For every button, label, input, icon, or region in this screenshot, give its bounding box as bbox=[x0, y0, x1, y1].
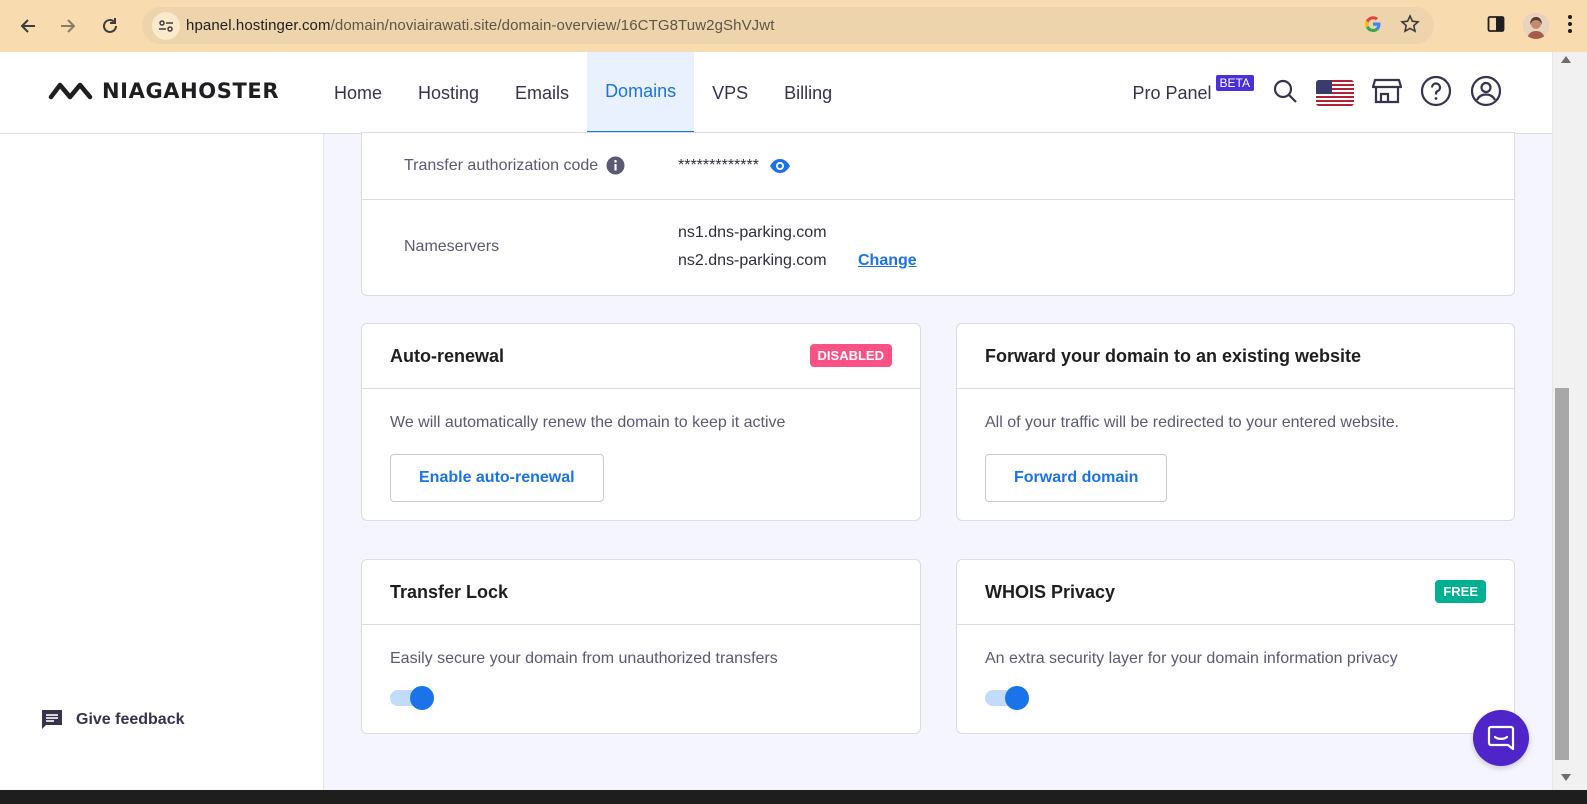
enable-auto-renewal-button[interactable]: Enable auto-renewal bbox=[390, 454, 604, 502]
beta-badge: BETA bbox=[1215, 74, 1254, 91]
feedback-icon bbox=[42, 710, 62, 729]
toggle-knob bbox=[410, 686, 434, 710]
top-navigation: NIAGAHOSTER Home Hosting Emails Domains … bbox=[0, 52, 1552, 134]
auto-renewal-description: We will automatically renew the domain t… bbox=[390, 414, 786, 431]
url-text[interactable]: hpanel.hostinger.com/domain/noviairawati… bbox=[186, 17, 774, 34]
side-panel-icon[interactable] bbox=[1487, 15, 1505, 37]
menu-vps[interactable]: VPS bbox=[694, 52, 766, 134]
transfer-lock-description: Easily secure your domain from unauthori… bbox=[390, 650, 778, 667]
free-badge: FREE bbox=[1435, 580, 1486, 603]
taskbar-strip bbox=[0, 790, 1587, 804]
niagahoster-logo-icon bbox=[48, 82, 93, 100]
menu-home[interactable]: Home bbox=[316, 52, 400, 134]
transfer-lock-title: Transfer Lock bbox=[390, 582, 509, 602]
info-icon[interactable] bbox=[606, 156, 625, 175]
whois-privacy-card: WHOIS Privacy FREE An extra security lay… bbox=[956, 559, 1515, 734]
transfer-code-row-label: Transfer authorization code bbox=[404, 156, 625, 175]
sidebar: Give feedback bbox=[0, 134, 324, 790]
nameserver-2: ns2.dns-parking.com bbox=[678, 252, 827, 269]
nameservers-label: Nameservers bbox=[404, 238, 500, 255]
forward-domain-description: All of your traffic will be redirected t… bbox=[985, 414, 1400, 431]
main-menu: Home Hosting Emails Domains VPS Billing bbox=[316, 52, 850, 134]
reload-icon[interactable] bbox=[90, 6, 130, 46]
menu-billing[interactable]: Billing bbox=[766, 52, 850, 134]
chat-icon bbox=[1487, 725, 1515, 751]
logo-text: NIAGAHOSTER bbox=[102, 79, 280, 103]
whois-privacy-header: WHOIS Privacy FREE bbox=[957, 560, 1514, 625]
give-feedback-label: Give feedback bbox=[76, 711, 185, 728]
transfer-code-value-row: ************* bbox=[678, 157, 791, 175]
menu-hosting[interactable]: Hosting bbox=[400, 52, 497, 134]
forward-icon[interactable] bbox=[48, 6, 88, 46]
us-flag-icon[interactable] bbox=[1316, 80, 1354, 106]
transfer-lock-toggle[interactable] bbox=[390, 684, 436, 712]
transfer-lock-header: Transfer Lock bbox=[362, 560, 920, 625]
google-icon[interactable] bbox=[1364, 15, 1382, 37]
change-nameservers-link[interactable]: Change bbox=[858, 252, 917, 270]
domain-details-card: Transfer authorization code ************… bbox=[361, 132, 1515, 296]
menu-emails[interactable]: Emails bbox=[497, 52, 587, 134]
back-icon[interactable] bbox=[8, 6, 48, 46]
chat-widget-button[interactable] bbox=[1473, 710, 1529, 766]
forward-domain-header: Forward your domain to an existing websi… bbox=[957, 324, 1514, 389]
pro-panel-link[interactable]: Pro Panel BETA bbox=[1132, 74, 1254, 104]
address-bar[interactable]: hpanel.hostinger.com/domain/noviairawati… bbox=[142, 7, 1434, 44]
auto-renewal-title: Auto-renewal bbox=[390, 346, 505, 366]
forward-domain-card: Forward your domain to an existing websi… bbox=[956, 323, 1515, 521]
menu-domains[interactable]: Domains bbox=[587, 52, 695, 134]
whois-privacy-toggle[interactable] bbox=[985, 684, 1031, 712]
forward-domain-button[interactable]: Forward domain bbox=[985, 454, 1168, 502]
auto-renewal-header: Auto-renewal DISABLED bbox=[362, 324, 920, 389]
whois-privacy-title: WHOIS Privacy bbox=[985, 582, 1116, 602]
auto-renewal-card: Auto-renewal DISABLED We will automatica… bbox=[361, 323, 921, 521]
toggle-knob bbox=[1005, 686, 1029, 710]
main-content: Transfer authorization code ************… bbox=[324, 132, 1552, 790]
page-scrollbar[interactable] bbox=[1552, 52, 1587, 790]
search-icon[interactable] bbox=[1272, 78, 1298, 108]
info-divider bbox=[362, 199, 1514, 200]
transfer-lock-card: Transfer Lock Easily secure your domain … bbox=[361, 559, 921, 734]
nameserver-1: ns1.dns-parking.com bbox=[678, 224, 827, 241]
browser-menu-icon[interactable] bbox=[1567, 14, 1573, 38]
logo[interactable]: NIAGAHOSTER bbox=[48, 79, 279, 103]
store-icon[interactable] bbox=[1371, 77, 1403, 109]
site-info-icon[interactable] bbox=[152, 11, 180, 40]
forward-domain-title: Forward your domain to an existing websi… bbox=[985, 346, 1362, 366]
give-feedback-button[interactable]: Give feedback bbox=[40, 708, 185, 732]
whois-privacy-description: An extra security layer for your domain … bbox=[985, 650, 1398, 667]
show-password-eye-icon[interactable] bbox=[769, 158, 791, 174]
profile-avatar[interactable] bbox=[1523, 13, 1549, 39]
browser-toolbar: hpanel.hostinger.com/domain/noviairawati… bbox=[0, 0, 1587, 52]
account-icon[interactable] bbox=[1470, 75, 1502, 111]
scroll-thumb[interactable] bbox=[1555, 388, 1569, 760]
bookmark-star-icon[interactable] bbox=[1400, 13, 1420, 38]
transfer-code-label: Transfer authorization code bbox=[404, 156, 599, 174]
scroll-up-arrow-icon[interactable] bbox=[1561, 56, 1571, 63]
disabled-badge: DISABLED bbox=[809, 344, 892, 367]
pro-panel-label: Pro Panel bbox=[1132, 82, 1212, 103]
scroll-down-arrow-icon[interactable] bbox=[1561, 774, 1571, 781]
help-icon[interactable] bbox=[1420, 75, 1452, 111]
transfer-code-value: ************* bbox=[678, 157, 759, 174]
